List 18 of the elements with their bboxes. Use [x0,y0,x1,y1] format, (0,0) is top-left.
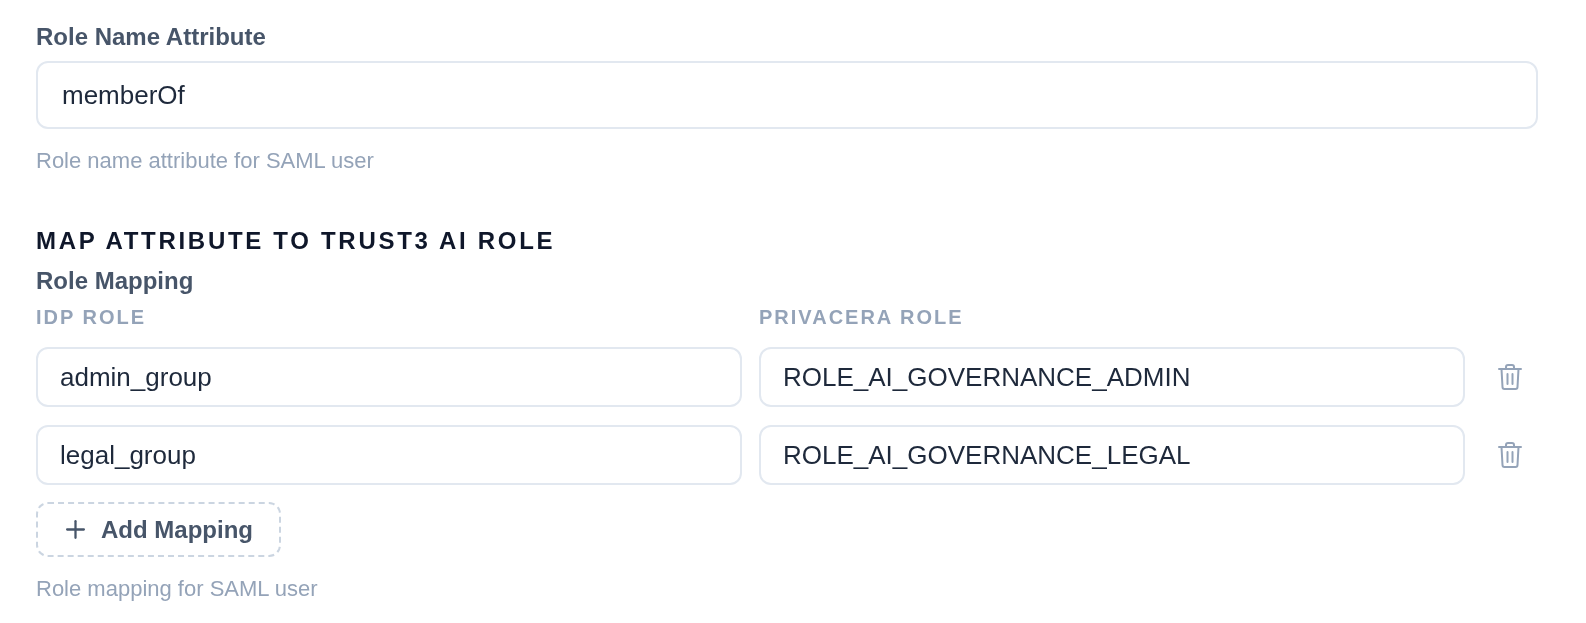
trash-icon [1498,442,1522,468]
privacera-role-input[interactable]: ROLE_AI_GOVERNANCE_LEGAL [759,425,1465,485]
idp-role-input[interactable]: legal_group [36,425,742,485]
delete-button[interactable] [1495,361,1525,393]
privacera-role-input[interactable]: ROLE_AI_GOVERNANCE_ADMIN [759,347,1465,407]
role-name-input[interactable]: memberOf [36,61,1538,129]
column-header: PRIVACERA ROLE [759,305,964,329]
section-title: MAP ATTRIBUTE TO TRUST3 AI ROLE [36,226,556,256]
field-label: Role Name Attribute [36,22,266,52]
idp-role-input[interactable]: admin_group [36,347,742,407]
column-header: IDP ROLE [36,305,147,329]
add-mapping-button[interactable]: Add Mapping [36,502,281,557]
field-label: Role Mapping [36,266,194,296]
delete-button[interactable] [1495,439,1525,471]
help-text: Role name attribute for SAML user [36,147,374,175]
trash-icon [1498,364,1522,390]
plus-icon [66,520,85,539]
help-text: Role mapping for SAML user [36,575,318,603]
